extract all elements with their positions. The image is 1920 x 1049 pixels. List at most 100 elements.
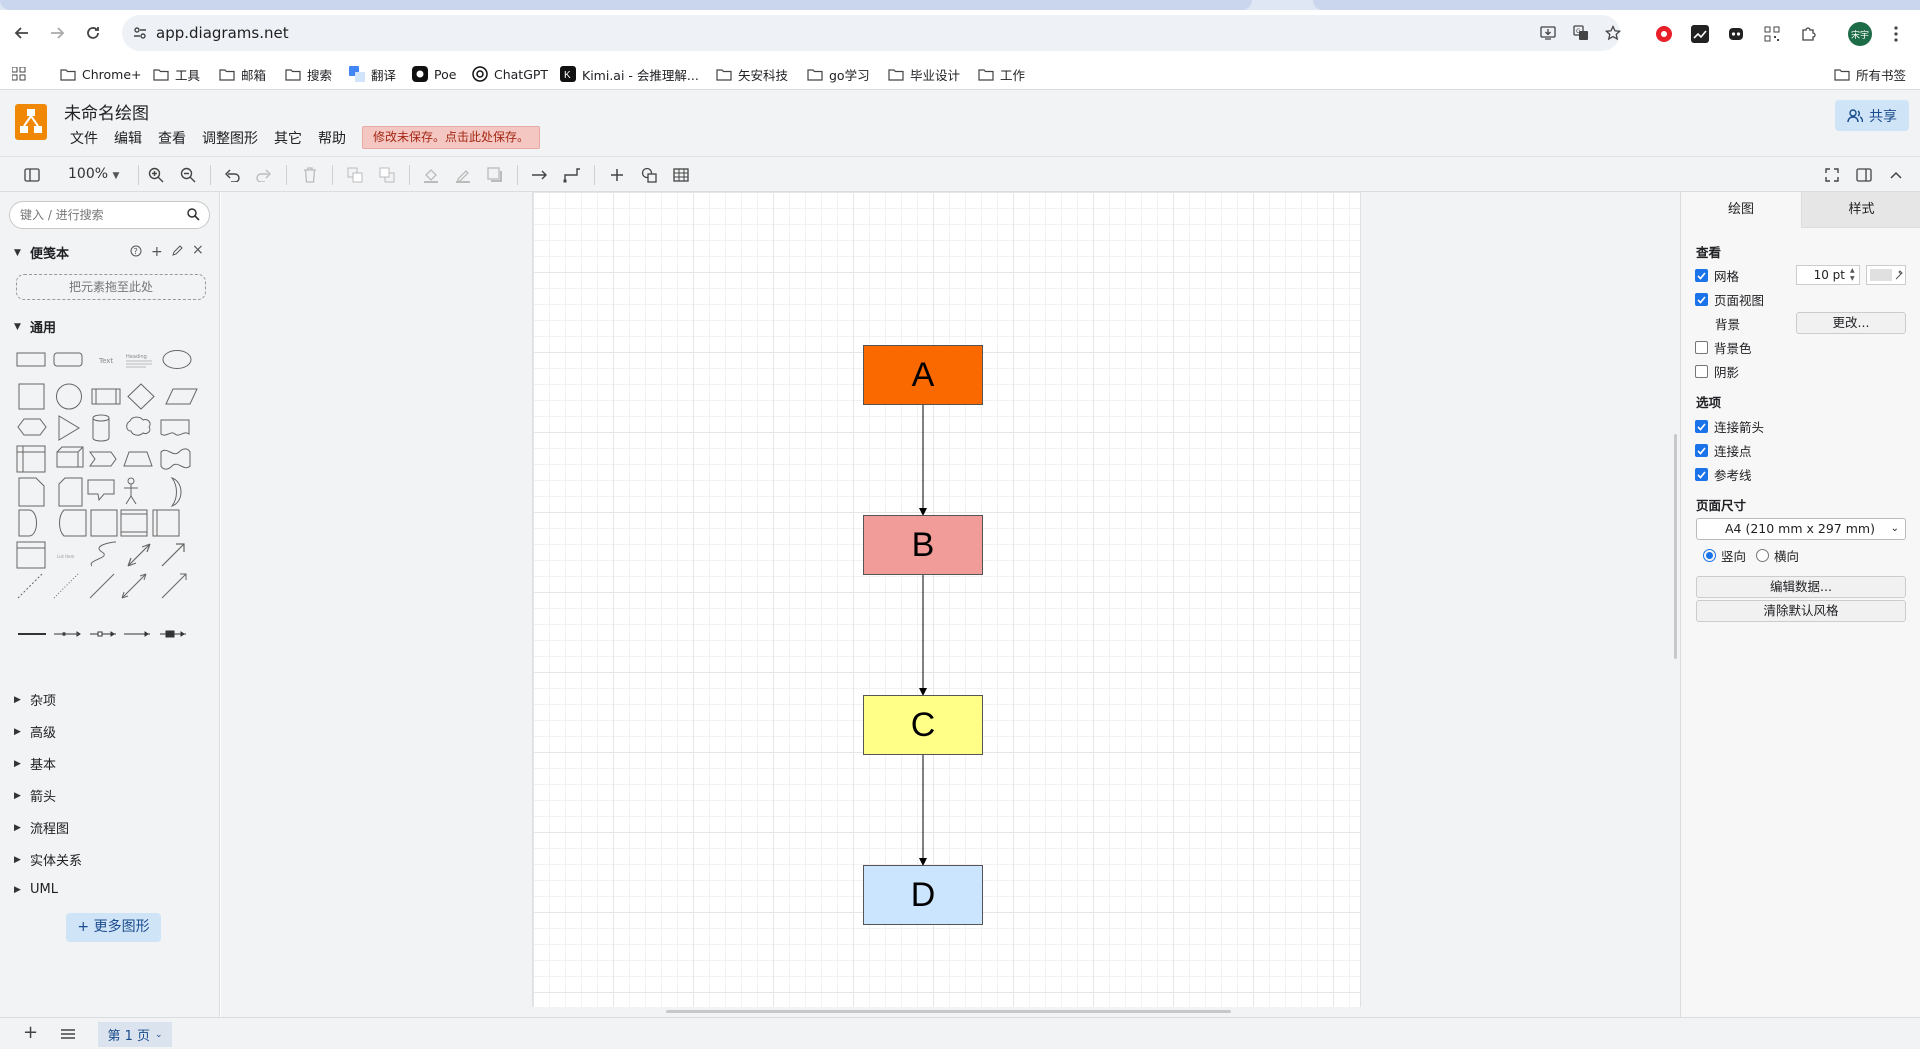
connection-arrow-icon[interactable] [530, 165, 550, 185]
zoom-out-icon[interactable] [178, 165, 198, 185]
undo-icon[interactable] [222, 165, 242, 185]
page-tab-1[interactable]: 第 1 页 ⌄ [98, 1022, 172, 1047]
general-shapes-palette[interactable]: Text Heading List Item [14, 342, 200, 662]
page-view-checkbox[interactable]: 页面视图 [1695, 290, 1764, 309]
library-arrows[interactable]: ▶ 箭头 [14, 786, 56, 805]
delete-icon[interactable] [300, 165, 320, 185]
toggle-shapes-panel-icon[interactable] [22, 165, 42, 185]
menu-file[interactable]: 文件 [70, 128, 98, 148]
scratchpad-drop-zone[interactable]: 把元素拖至此处 [16, 274, 206, 300]
library-entity-relation[interactable]: ▶ 实体关系 [14, 850, 82, 869]
scratchpad-header[interactable]: ▼ 便笺本 [14, 243, 69, 262]
insert-shapes-icon[interactable] [639, 165, 659, 185]
insert-plus-icon[interactable] [607, 165, 627, 185]
extension-mask-icon[interactable] [1724, 22, 1748, 46]
install-app-icon[interactable] [1538, 23, 1558, 43]
document-title[interactable]: 未命名绘图 [64, 99, 149, 124]
bookmark-chatgpt[interactable]: ChatGPT [472, 64, 548, 84]
page-size-select[interactable]: A4 (210 mm x 297 mm) ⌄ [1696, 518, 1906, 540]
search-icon[interactable] [187, 208, 200, 221]
bookmark-folder[interactable]: go学习 [807, 64, 870, 84]
fill-color-icon[interactable] [421, 165, 441, 185]
bookmark-star-icon[interactable] [1603, 23, 1623, 43]
guides-checkbox[interactable]: 参考线 [1695, 465, 1752, 484]
library-advanced[interactable]: ▶ 高级 [14, 722, 56, 741]
bookmark-folder[interactable]: 矢安科技 [716, 64, 788, 84]
browser-menu-icon[interactable] [1884, 22, 1908, 46]
profile-avatar[interactable]: 宋宇 [1848, 22, 1872, 46]
shadow-icon[interactable] [485, 165, 505, 185]
apps-grid-icon[interactable] [12, 64, 26, 84]
bookmark-kimi[interactable]: K Kimi.ai - 会推理解... [560, 64, 699, 84]
portrait-radio[interactable]: 竖向 [1703, 546, 1746, 565]
extension-chart-icon[interactable] [1688, 22, 1712, 46]
bookmark-folder[interactable]: 工作 [978, 64, 1025, 84]
menu-help[interactable]: 帮助 [318, 128, 346, 148]
site-info-icon[interactable] [130, 23, 150, 43]
toggle-format-panel-icon[interactable] [1854, 165, 1874, 185]
bookmark-folder[interactable]: Chrome+ [60, 64, 142, 84]
connection-points-checkbox[interactable]: 连接点 [1695, 441, 1752, 460]
library-misc[interactable]: ▶ 杂项 [14, 690, 56, 709]
canvas-area[interactable]: A B C D [221, 192, 1680, 1017]
reload-icon[interactable] [80, 20, 106, 46]
bookmark-folder[interactable]: 工具 [153, 64, 200, 84]
grid-color-picker[interactable] [1866, 265, 1906, 285]
change-background-button[interactable]: 更改... [1796, 312, 1906, 334]
close-icon[interactable]: × [192, 242, 204, 258]
bookmark-folder[interactable]: 搜索 [285, 64, 332, 84]
vertical-scrollbar[interactable] [1674, 434, 1677, 659]
extension-qr-icon[interactable] [1760, 22, 1784, 46]
all-bookmarks[interactable]: 所有书签 [1834, 64, 1906, 84]
node-d[interactable]: D [863, 865, 983, 925]
menu-extras[interactable]: 其它 [274, 128, 302, 148]
share-button[interactable]: 共享 [1835, 100, 1909, 131]
insert-table-icon[interactable] [671, 165, 691, 185]
line-color-icon[interactable] [453, 165, 473, 185]
menu-view[interactable]: 查看 [158, 128, 186, 148]
back-icon[interactable] [9, 20, 35, 46]
menu-edit[interactable]: 编辑 [114, 128, 142, 148]
pages-menu-icon[interactable] [60, 1028, 76, 1040]
node-b[interactable]: B [863, 515, 983, 575]
help-icon[interactable]: ? [130, 245, 142, 257]
clear-default-style-button[interactable]: 清除默认风格 [1696, 600, 1906, 622]
horizontal-scrollbar[interactable] [666, 1010, 1231, 1013]
fullscreen-icon[interactable] [1822, 165, 1842, 185]
tab-diagram[interactable]: 绘图 [1681, 192, 1801, 228]
node-a[interactable]: A [863, 345, 983, 405]
add-icon[interactable]: + [151, 244, 163, 260]
landscape-radio[interactable]: 横向 [1756, 546, 1799, 565]
address-bar[interactable]: app.diagrams.net G [122, 15, 1623, 51]
menu-arrange[interactable]: 调整图形 [202, 128, 258, 148]
forward-icon[interactable] [44, 20, 70, 46]
background-color-checkbox[interactable]: 背景色 [1695, 338, 1752, 357]
library-basic[interactable]: ▶ 基本 [14, 754, 56, 773]
edit-data-button[interactable]: 编辑数据... [1696, 576, 1906, 598]
bookmark-translate[interactable]: 翻译 [349, 64, 396, 84]
zoom-in-icon[interactable] [146, 165, 166, 185]
extension-red-icon[interactable] [1652, 22, 1676, 46]
unsaved-changes-notice[interactable]: 修改未保存。点击此处保存。 [362, 126, 541, 149]
library-uml[interactable]: ▶ UML [14, 882, 58, 897]
drawio-logo-icon[interactable] [15, 104, 47, 140]
zoom-dropdown[interactable]: 100% ▼ [68, 166, 119, 182]
to-back-icon[interactable] [377, 165, 397, 185]
library-flowchart[interactable]: ▶ 流程图 [14, 818, 69, 837]
connection-arrows-checkbox[interactable]: 连接箭头 [1695, 417, 1764, 436]
to-front-icon[interactable] [345, 165, 365, 185]
redo-icon[interactable] [254, 165, 274, 185]
bookmark-folder[interactable]: 毕业设计 [888, 64, 960, 84]
translate-icon[interactable]: G [1571, 23, 1591, 43]
shadow-checkbox[interactable]: 阴影 [1695, 362, 1739, 381]
node-c[interactable]: C [863, 695, 983, 755]
diagram-page[interactable]: A B C D [532, 192, 1361, 1007]
shape-search-input[interactable]: 键入 / 进行搜索 [9, 201, 210, 229]
more-shapes-button[interactable]: + 更多图形 [66, 913, 161, 942]
add-page-icon[interactable]: + [23, 1022, 38, 1043]
bookmark-poe[interactable]: Poe [412, 64, 456, 84]
edit-pencil-icon[interactable] [171, 245, 183, 257]
grid-checkbox[interactable]: 网格 [1695, 266, 1739, 285]
extensions-puzzle-icon[interactable] [1796, 22, 1820, 46]
stepper-arrows-icon[interactable]: ▲ ▼ [1850, 267, 1855, 283]
